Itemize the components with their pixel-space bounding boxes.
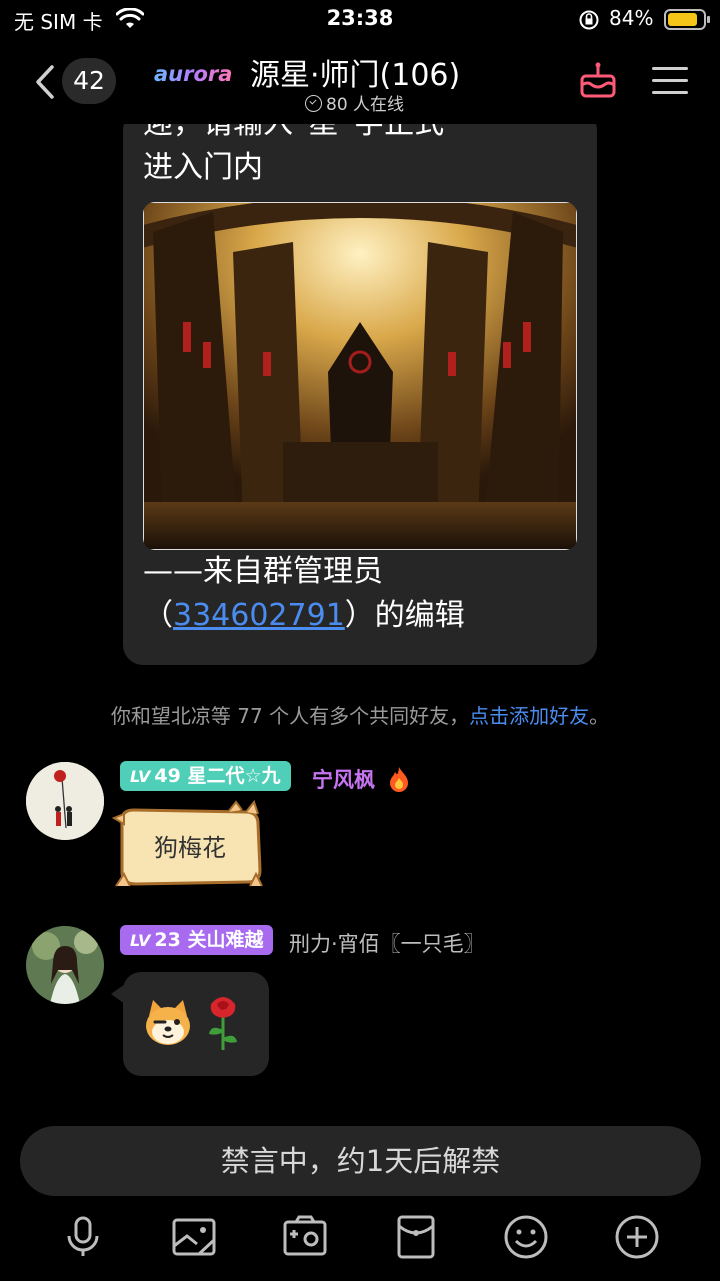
paren-open: （ [143, 598, 173, 633]
level-prefix: LV [130, 767, 151, 786]
message-bubble[interactable]: 迎，请输入“星”字正式 进入门内 [123, 124, 597, 665]
member-title: 星二代☆九 [187, 765, 281, 787]
group-logo: aurora [154, 62, 232, 86]
online-count-label: 80 人在线 [326, 95, 405, 115]
avatar[interactable] [26, 762, 104, 840]
system-tip: 你和望北凉等 77 个人有多个共同好友，点击添加好友。 [0, 700, 720, 729]
image-icon[interactable] [171, 1214, 217, 1260]
chat-header: 42 aurora 源星·师门(106) 80 人在线 [0, 40, 720, 124]
avatar[interactable] [26, 926, 104, 1004]
mute-status-bar: 禁言中，约1天后解禁 [20, 1126, 701, 1196]
system-tip-end: 。 [589, 704, 610, 728]
level-number: 23 [154, 929, 181, 951]
message-bubble[interactable] [111, 972, 269, 1076]
message-image[interactable] [143, 202, 577, 550]
sender-name[interactable]: 刑力·宵佰〖一只毛〗 [289, 928, 485, 958]
level-prefix: LV [130, 931, 151, 950]
emoji-icon[interactable] [503, 1214, 549, 1260]
svg-text:狗梅花: 狗梅花 [154, 834, 226, 862]
chat-message-list[interactable]: 迎，请输入“星”字正式 进入门内 [0, 124, 720, 1124]
plus-icon[interactable] [614, 1214, 660, 1260]
member-title: 关山难越 [187, 929, 264, 951]
sender-name-text: 宁风枫 [312, 768, 375, 792]
camera-icon[interactable] [282, 1214, 328, 1260]
online-count: 80 人在线 [305, 90, 404, 115]
message-line: 迎，请输入“星”字正式 [143, 124, 444, 146]
message-line: 进入门内 [143, 150, 263, 185]
input-toolbar [0, 1200, 720, 1281]
group-title[interactable]: 源星·师门(106) [250, 50, 460, 94]
message-editor: （334602791）的编辑 [143, 594, 465, 638]
fire-icon [390, 767, 409, 792]
rotation-lock-icon [579, 10, 599, 30]
microphone-icon[interactable] [60, 1214, 106, 1260]
member-level-tag: LV 23 关山难越 [120, 925, 274, 955]
back-chevron-icon[interactable] [34, 64, 56, 100]
red-packet-icon[interactable] [393, 1214, 439, 1260]
doge-emoji-icon [146, 1000, 190, 1045]
system-tip-text: 你和望北凉等 77 个人有多个共同好友， [110, 704, 470, 728]
unread-count-badge[interactable]: 42 [62, 58, 116, 104]
battery-icon [664, 9, 710, 30]
add-friend-link[interactable]: 点击添加好友 [469, 704, 589, 728]
sender-name[interactable]: 宁风枫 [312, 764, 410, 794]
rose-emoji-icon [209, 997, 237, 1050]
online-check-icon [305, 95, 322, 112]
status-bar: 无 SIM 卡 23:38 84% [0, 0, 720, 40]
message-source: ——来自群管理员 [143, 554, 383, 589]
message-text: 迎，请输入“星”字正式 进入门内 [143, 124, 444, 190]
admin-qq-link[interactable]: 334602791 [173, 598, 345, 633]
svg-text:aurora: aurora [154, 62, 232, 86]
level-number: 49 [154, 765, 181, 787]
birthday-cake-icon[interactable] [578, 60, 618, 100]
more-menu-icon[interactable] [652, 67, 688, 97]
editor-suffix: ）的编辑 [344, 598, 465, 633]
battery-percent: 84% [609, 6, 654, 30]
member-level-tag: LV 49 星二代☆九 [120, 761, 291, 791]
sticker-message[interactable]: 狗梅花 [110, 799, 266, 896]
